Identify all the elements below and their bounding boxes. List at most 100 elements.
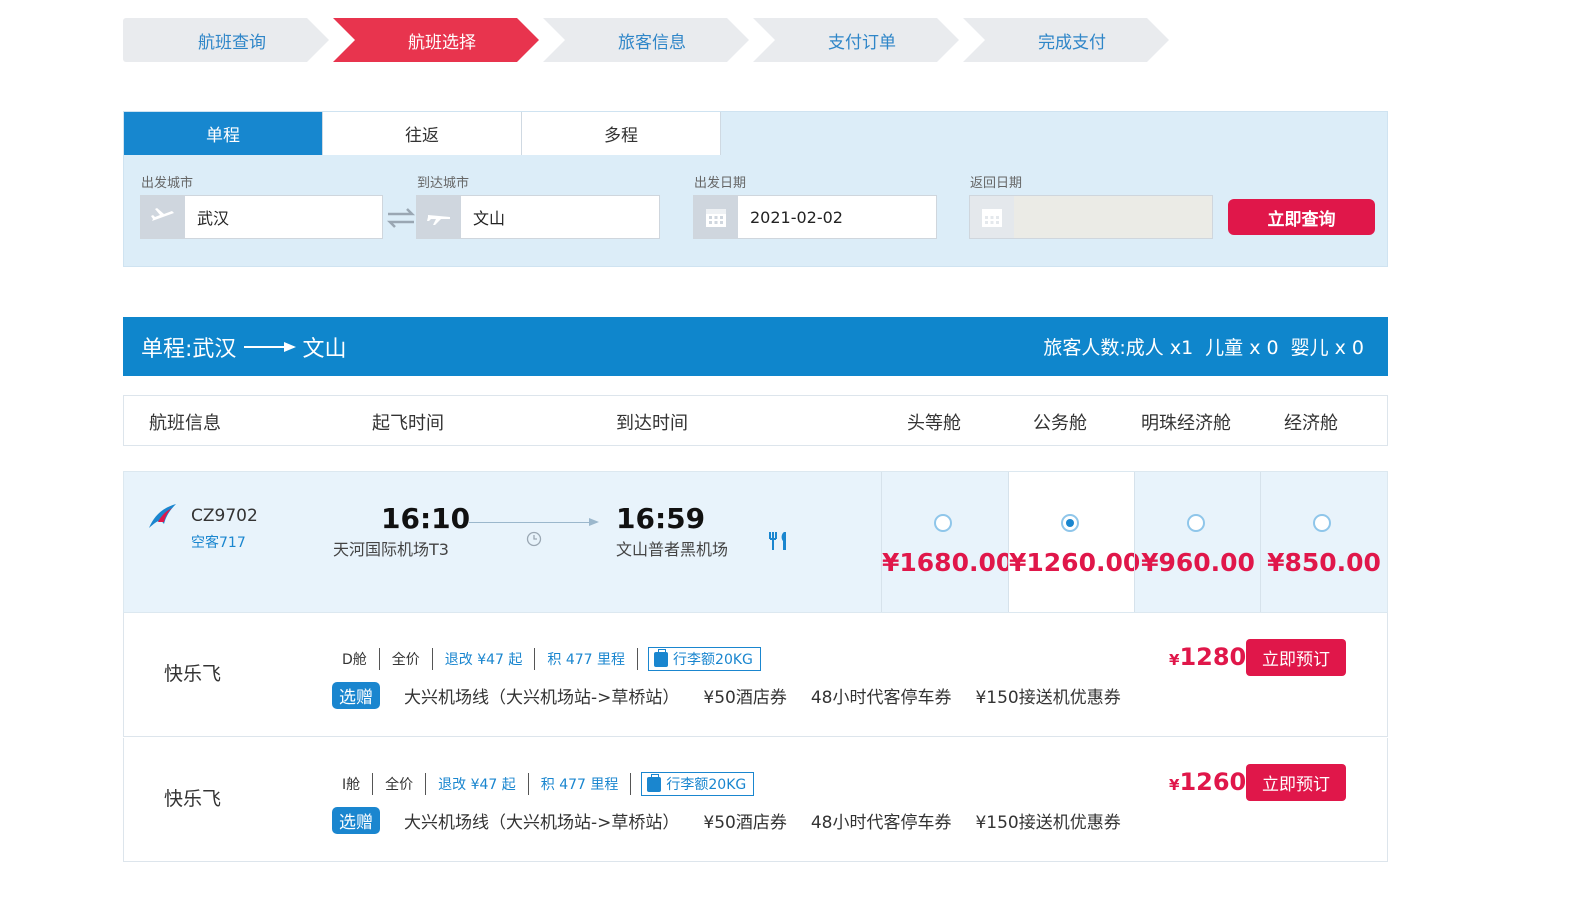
gift-item: ¥50酒店券 [703,813,787,833]
from-label: 出发城市 [141,176,194,191]
child-count: 儿童 x 0 [1205,337,1279,359]
fare-row: 快乐飞 I舱 全价 退改 ¥47 起 积 477 里程 行李额20KG 选赠 大… [123,738,1388,862]
depart-airport: 天河国际机场T3 [333,540,449,559]
search-button[interactable]: 立即查询 [1228,199,1375,235]
gift-options: 选赠 大兴机场线（大兴机场站->草桥站） ¥50酒店券 48小时代客停车券 ¥1… [332,807,1145,834]
plane-landing-icon [417,196,461,238]
fare-product-name: 快乐飞 [164,788,222,810]
to-label: 到达城市 [417,176,470,191]
luggage-icon [654,648,669,667]
mileage-link[interactable]: 积 477 里程 [541,774,619,794]
step-flight-select[interactable]: 航班选择 [333,18,539,62]
step-pay-order[interactable]: 支付订单 [753,18,959,62]
fare-tags: D舱 全价 退改 ¥47 起 积 477 里程 行李额20KG [342,647,761,671]
col-business-class: 公务舱 [1033,413,1087,434]
column-header: 航班信息 起飞时间 到达时间 头等舱 公务舱 明珠经济舱 经济舱 [123,395,1388,446]
gift-options: 选赠 大兴机场线（大兴机场站->草桥站） ¥50酒店券 48小时代客停车券 ¥1… [332,682,1145,709]
cabin-business[interactable]: ¥1260.00 [1008,472,1141,612]
route-destination: 文山 [302,336,347,362]
flight-path-arrow [469,518,599,526]
fare-type: 全价 [385,777,414,793]
cabin-economy-radio[interactable] [1313,514,1331,532]
airline-logo-icon [146,502,180,534]
flight-number: CZ9702 [191,506,258,526]
book-now-button[interactable]: 立即预订 [1246,764,1346,801]
infant-count: 婴儿 x 0 [1290,337,1364,359]
return-date-label: 返回日期 [970,176,1023,191]
depart-time: 16:10 [381,502,471,535]
trip-type-tabs: 单程 往返 多程 [124,112,721,155]
fare-cabin-code: I舱 [342,777,361,793]
adult-count: 成人 x1 [1125,337,1194,359]
return-date-field[interactable] [969,195,1213,239]
col-depart-time: 起飞时间 [372,413,444,434]
book-now-button[interactable]: 立即预订 [1246,639,1346,676]
depart-date-value: 2021-02-02 [750,207,843,227]
gift-item: 48小时代客停车券 [810,688,952,708]
cabin-economy[interactable]: ¥850.00 [1260,472,1387,612]
to-city-field[interactable]: 文山 [416,195,660,239]
calendar-icon [694,196,738,238]
step-complete-payment[interactable]: 完成支付 [963,18,1169,62]
gift-badge[interactable]: 选赠 [332,807,380,834]
gift-item: 48小时代客停车券 [810,813,952,833]
refund-change-link[interactable]: 退改 ¥47 起 [445,649,523,669]
swap-icon[interactable] [386,207,416,229]
search-panel: 单程 往返 多程 出发城市 武汉 到达城市 文山 出发日期 2021-02-02… [123,111,1388,267]
gift-item: 大兴机场线（大兴机场站->草桥站） [404,688,680,708]
arrive-airport: 文山普者黑机场 [616,540,729,559]
fare-cabin-code: D舱 [342,652,367,668]
col-economy: 经济舱 [1284,413,1338,434]
step-passenger-info[interactable]: 旅客信息 [543,18,749,62]
fare-tags: I舱 全价 退改 ¥47 起 积 477 里程 行李额20KG [342,772,755,796]
route-arrow-icon [244,345,295,348]
plane-takeoff-icon [141,196,185,238]
baggage-allowance[interactable]: 行李额20KG [648,647,761,671]
cabin-business-price: ¥1260.00 [1009,548,1141,577]
clock-icon[interactable] [526,531,542,551]
gift-badge[interactable]: 选赠 [332,682,380,709]
col-first-class: 头等舱 [907,413,961,434]
gift-item: ¥50酒店券 [703,688,787,708]
from-city-value: 武汉 [197,209,230,228]
col-arrive-time: 到达时间 [616,413,688,434]
passengers-label: 旅客人数: [1043,337,1126,359]
cabin-first[interactable]: ¥1680.00 [881,472,1014,612]
depart-date-field[interactable]: 2021-02-02 [693,195,937,239]
from-city-field[interactable]: 武汉 [140,195,383,239]
col-flight-info: 航班信息 [149,413,221,434]
cabin-first-price: ¥1680.00 [882,548,1014,577]
fare-price: ¥1260 [1169,768,1247,796]
cabin-first-radio[interactable] [934,514,952,532]
gift-item: ¥150接送机优惠券 [975,813,1121,833]
calendar-icon [970,196,1014,238]
fare-row: 快乐飞 D舱 全价 退改 ¥47 起 积 477 里程 行李额20KG 选赠 大… [123,613,1388,737]
fare-type: 全价 [391,652,420,668]
tab-one-way[interactable]: 单程 [124,112,323,155]
step-flight-search[interactable]: 航班查询 [123,18,329,62]
luggage-icon [647,773,662,792]
flight-row[interactable]: CZ9702 空客717 16:10 天河国际机场T3 16:59 文山普者黑机… [123,471,1388,613]
baggage-allowance[interactable]: 行李额20KG [641,772,755,796]
arrive-time: 16:59 [616,502,706,535]
refund-change-link[interactable]: 退改 ¥47 起 [438,774,516,794]
route-origin: 武汉 [192,336,237,362]
cabin-pearl-economy-price: ¥960.00 [1141,548,1255,577]
to-city-value: 文山 [473,209,506,228]
aircraft-type[interactable]: 空客717 [191,532,246,552]
cabin-business-radio[interactable] [1061,514,1079,532]
cabin-pearl-economy-radio[interactable] [1187,514,1205,532]
cabin-economy-price: ¥850.00 [1267,548,1381,577]
fare-product-name: 快乐飞 [164,663,222,685]
route-bar: 单程: 武汉 文山 旅客人数: 成人 x1 儿童 x 0 婴儿 x 0 [123,317,1388,376]
meal-icon[interactable] [768,531,790,555]
gift-item: 大兴机场线（大兴机场站->草桥站） [404,813,680,833]
tab-round-trip[interactable]: 往返 [323,112,522,155]
trip-type-label: 单程: [141,336,193,362]
cabin-pearl-economy[interactable]: ¥960.00 [1134,472,1261,612]
tab-multi-city[interactable]: 多程 [522,112,721,155]
return-date-value [1014,196,1212,238]
gift-item: ¥150接送机优惠券 [975,688,1121,708]
mileage-link[interactable]: 积 477 里程 [547,649,625,669]
col-pearl-economy: 明珠经济舱 [1141,413,1231,434]
